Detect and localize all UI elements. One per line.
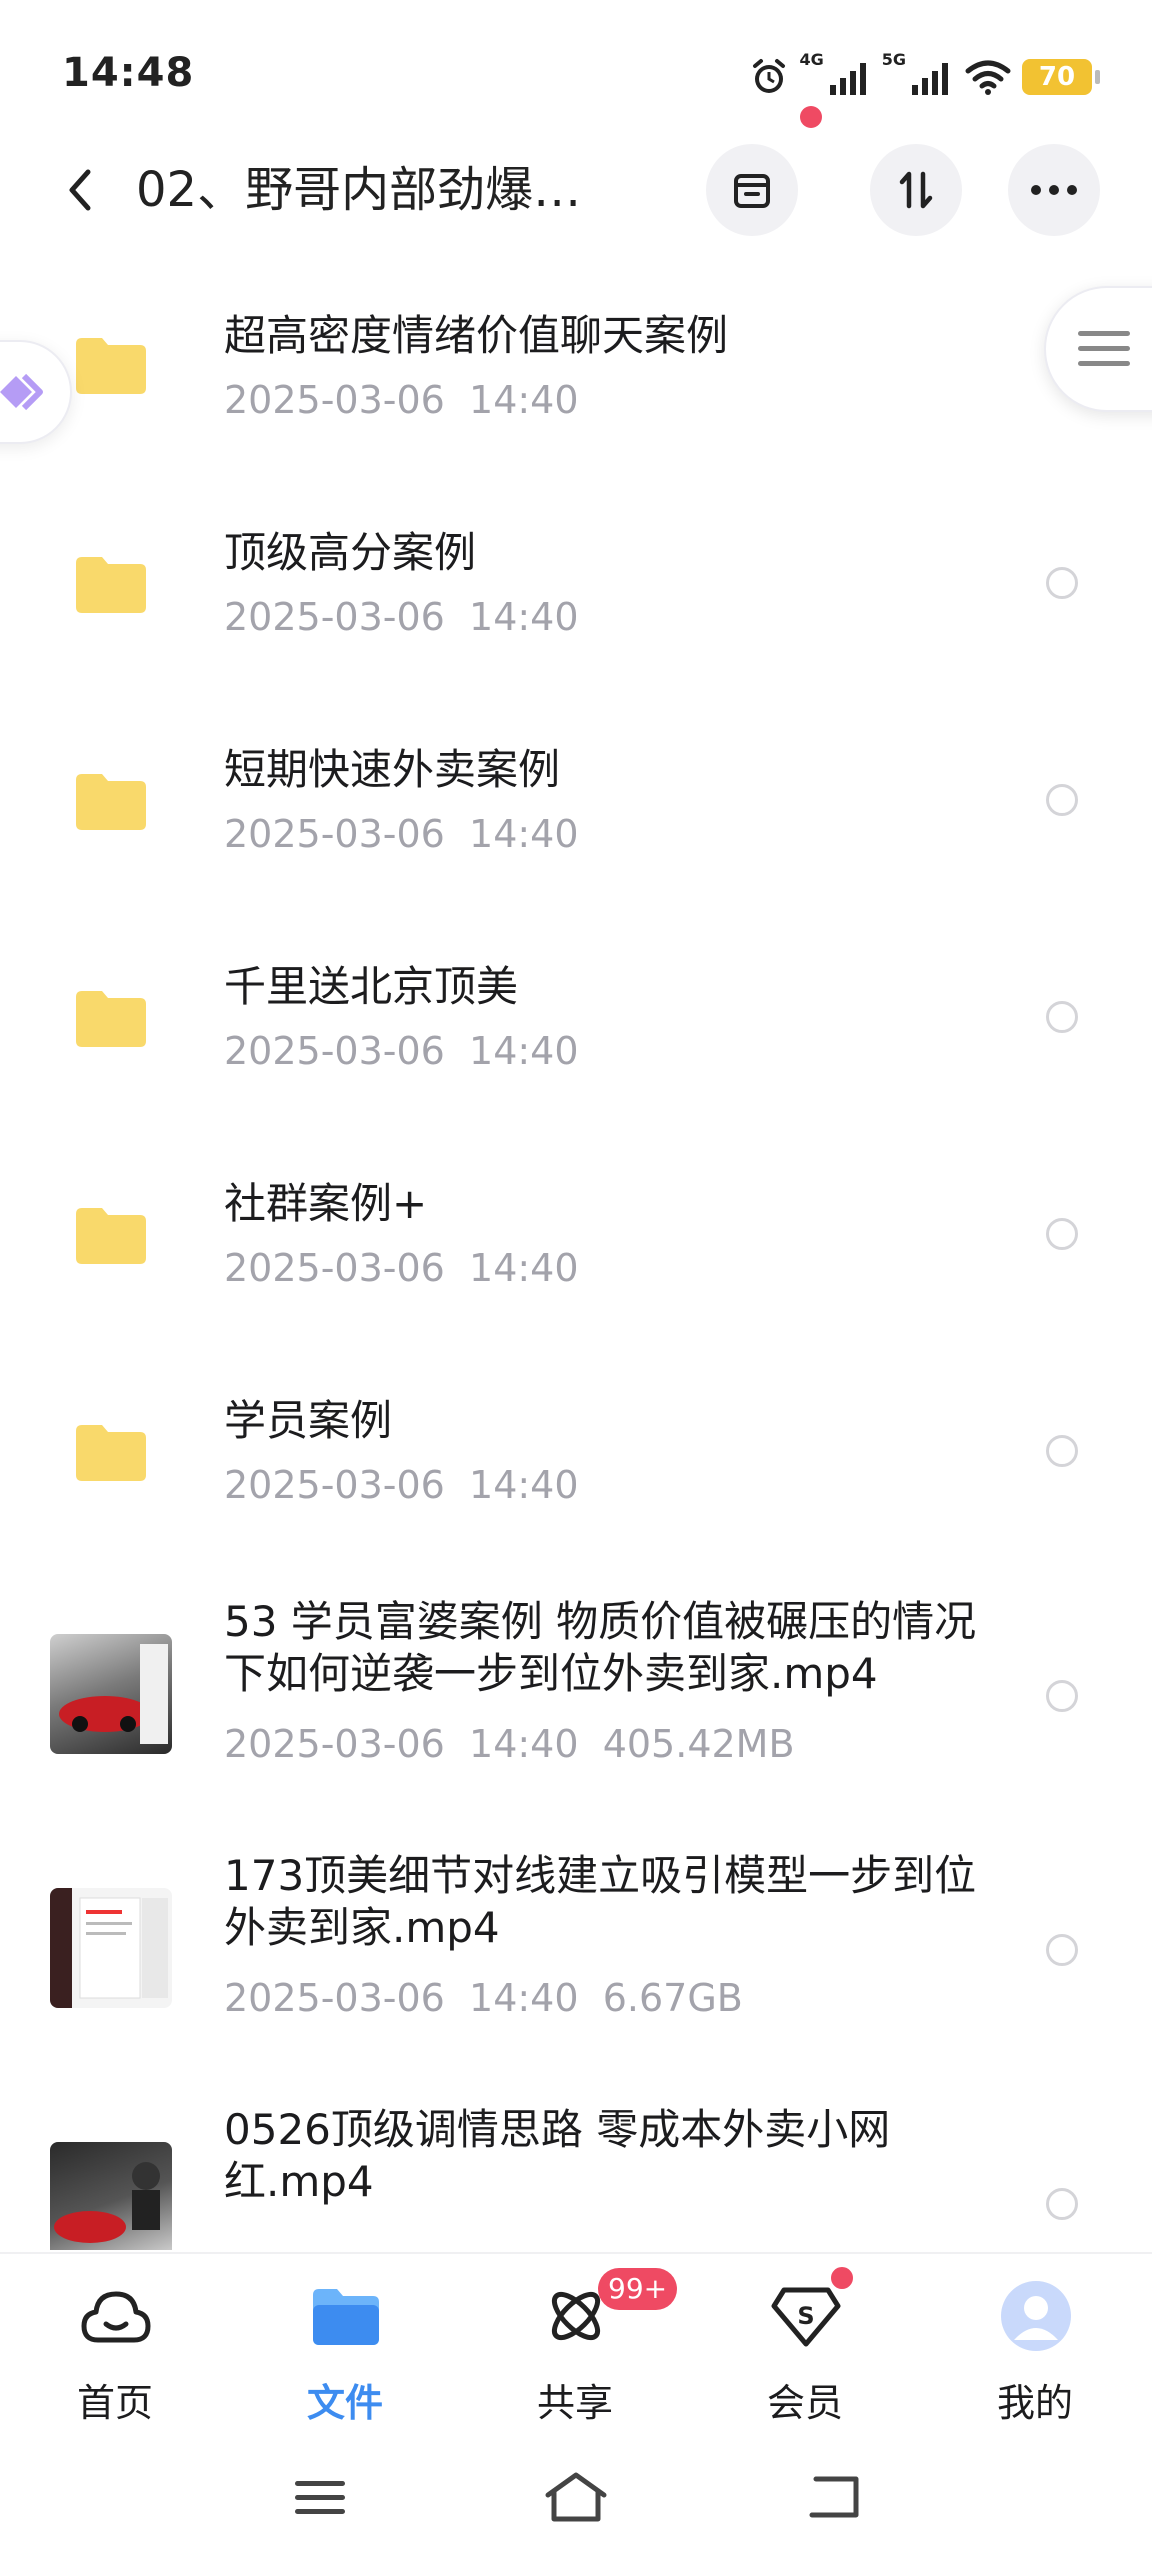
video-thumbnail: [50, 2142, 172, 2250]
folder-icon: [310, 2280, 382, 2352]
home-cloud-icon: [80, 2280, 152, 2352]
file-name: 千里送北京顶美: [224, 962, 519, 1011]
select-checkbox[interactable]: [1046, 567, 1078, 599]
file-meta: 2025-03-06 14:40: [224, 378, 579, 422]
folder-icon: [76, 991, 146, 1047]
select-checkbox[interactable]: [1046, 2188, 1078, 2220]
back-button[interactable]: [50, 150, 110, 230]
list-item[interactable]: 千里送北京顶美 2025-03-06 14:40: [0, 911, 1152, 1128]
file-name: 学员案例: [224, 1396, 393, 1445]
tab-label: 文件: [306, 2381, 383, 2425]
back-system-button[interactable]: [792, 2462, 872, 2532]
video-thumbnail: [50, 1634, 172, 1754]
tab-vip[interactable]: S 会员: [690, 2254, 920, 2434]
sort-icon: [899, 171, 933, 209]
header: 02、野哥内部劲爆…: [0, 130, 1152, 250]
page-title: 02、野哥内部劲爆…: [136, 162, 582, 218]
file-list: 超高密度情绪价值聊天案例 2025-03-06 14:40 顶级高分案例 202…: [0, 260, 1152, 2250]
list-item[interactable]: 学员案例 2025-03-06 14:40: [0, 1345, 1152, 1562]
signal-icon: [829, 63, 866, 95]
tab-files[interactable]: 文件: [230, 2254, 460, 2434]
home-button[interactable]: [536, 2462, 616, 2532]
more-button[interactable]: [1008, 144, 1100, 236]
double-chevron-icon: [0, 373, 43, 411]
file-meta: 2025-03-06 14:40 405.42MB: [224, 1722, 795, 1766]
sort-button[interactable]: [870, 144, 962, 236]
signal-icon: [912, 63, 948, 95]
network-label-4g: 4G: [799, 50, 824, 69]
file-meta: 2025-03-06 14:40: [224, 595, 579, 639]
tab-label: 我的: [996, 2381, 1073, 2425]
folder-icon: [76, 338, 146, 394]
tab-bar: 首页 文件 99+ 共享 S 会员 我的: [0, 2252, 1152, 2434]
file-name: 社群案例+: [224, 1179, 428, 1228]
status-time: 14:48: [62, 50, 195, 96]
wifi-icon: [965, 60, 1011, 95]
file-meta: 2025-03-06 14:40: [224, 1463, 579, 1507]
more-icon: [1031, 185, 1077, 195]
list-item[interactable]: 短期快速外卖案例 2025-03-06 14:40: [0, 694, 1152, 911]
folder-icon: [76, 1208, 146, 1264]
notification-dot: [828, 2264, 856, 2292]
tab-label: 会员: [766, 2381, 843, 2425]
file-meta: 2025-03-06 14:40: [224, 1246, 579, 1290]
system-nav-bar: [0, 2432, 1152, 2560]
archive-icon: [734, 174, 770, 208]
menu-icon: [295, 2481, 345, 2514]
list-item[interactable]: 173顶美细节对线建立吸引模型一步到位外卖到家.mp4 2025-03-06 1…: [0, 1834, 1152, 2084]
svg-text:S: S: [797, 2302, 814, 2330]
alarm-icon: [753, 59, 786, 93]
back-icon: [809, 2476, 859, 2518]
file-name: 短期快速外卖案例: [224, 745, 561, 794]
list-item[interactable]: 顶级高分案例 2025-03-06 14:40: [0, 477, 1152, 694]
avatar-icon: [1000, 2280, 1072, 2352]
file-name: 53 学员富婆案例 物质价值被碾压的情况下如何逆袭一步到位外卖到家.mp4: [224, 1597, 977, 1698]
tab-profile[interactable]: 我的: [920, 2254, 1150, 2434]
list-item[interactable]: 53 学员富婆案例 物质价值被碾压的情况下如何逆袭一步到位外卖到家.mp4 20…: [0, 1580, 1152, 1830]
tab-label: 首页: [76, 2381, 153, 2425]
file-name: 顶级高分案例: [224, 528, 477, 577]
vip-diamond-icon: S: [770, 2280, 842, 2352]
tab-share[interactable]: 99+ 共享: [460, 2254, 690, 2434]
status-icons: 4G 5G 70: [749, 50, 1100, 102]
select-checkbox[interactable]: [1046, 784, 1078, 816]
list-item[interactable]: 0526顶级调情思路 零成本外卖小网红.mp4: [0, 2088, 1152, 2250]
select-checkbox[interactable]: [1046, 1934, 1078, 1966]
file-meta: 2025-03-06 14:40: [224, 1029, 579, 1073]
archive-button[interactable]: [706, 144, 798, 236]
select-checkbox[interactable]: [1046, 1218, 1078, 1250]
file-name: 超高密度情绪价值聊天案例: [224, 311, 729, 360]
battery-indicator: 70: [1022, 59, 1100, 95]
select-checkbox[interactable]: [1046, 1001, 1078, 1033]
file-meta: 2025-03-06 14:40 6.67GB: [224, 1976, 743, 2020]
notification-dot: [800, 106, 822, 128]
video-thumbnail: [50, 1888, 172, 2008]
list-item[interactable]: 社群案例+ 2025-03-06 14:40: [0, 1128, 1152, 1345]
select-checkbox[interactable]: [1046, 1435, 1078, 1467]
home-icon: [545, 2472, 607, 2522]
network-label-5g: 5G: [881, 50, 906, 69]
file-name: 0526顶级调情思路 零成本外卖小网红.mp4: [224, 2105, 891, 2206]
notification-badge: 99+: [598, 2268, 678, 2310]
folder-icon: [76, 557, 146, 613]
menu-icon: [1078, 331, 1130, 366]
chevron-left-icon: [69, 169, 91, 211]
file-meta: 2025-03-06 14:40: [224, 812, 579, 856]
tab-label: 共享: [536, 2381, 613, 2425]
list-item[interactable]: 超高密度情绪价值聊天案例 2025-03-06 14:40: [0, 260, 1152, 477]
file-name: 173顶美细节对线建立吸引模型一步到位外卖到家.mp4: [224, 1851, 977, 1952]
folder-icon: [76, 774, 146, 830]
select-checkbox[interactable]: [1046, 1680, 1078, 1712]
status-bar: 14:48 4G 5G 70: [0, 0, 1152, 150]
recent-apps-button[interactable]: [280, 2462, 360, 2532]
folder-icon: [76, 1425, 146, 1481]
tab-home[interactable]: 首页: [0, 2254, 230, 2434]
